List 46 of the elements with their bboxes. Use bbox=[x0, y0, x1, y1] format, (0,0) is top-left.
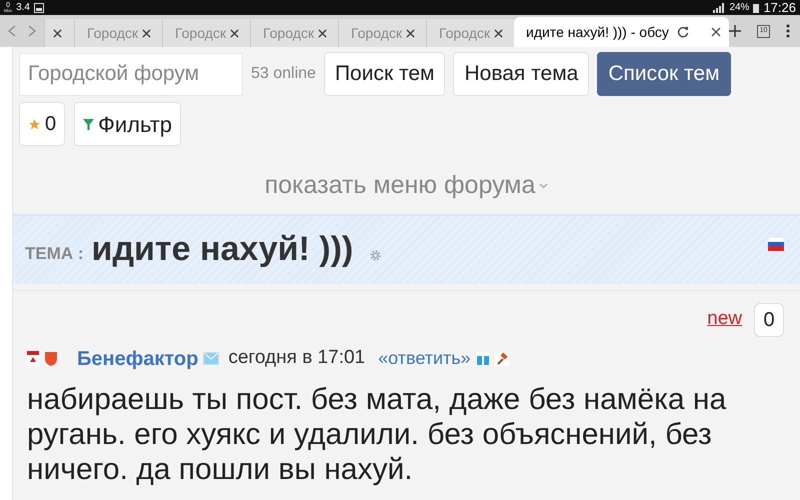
close-icon[interactable] bbox=[406, 28, 415, 38]
chevron-icon bbox=[539, 182, 548, 189]
version-text: 3.4 bbox=[16, 1, 30, 15]
forum-button[interactable]: Поиск тем bbox=[324, 52, 446, 96]
image-icon bbox=[34, 2, 44, 12]
close-icon[interactable] bbox=[318, 28, 327, 38]
battery-icon bbox=[753, 2, 760, 12]
post-text: набираешь ты пост. без мата, даже без намёка на ругань. его хуякс и удалили. без объяснений, без ничего. да пошли вы нахуй. bbox=[27, 382, 728, 486]
forum-button[interactable]: Список тем bbox=[597, 52, 731, 96]
reply-link[interactable]: «ответить» bbox=[378, 345, 471, 372]
new-link[interactable]: new bbox=[707, 305, 742, 334]
award-icon bbox=[27, 351, 39, 366]
topic-title: идите нахуй! ))) bbox=[92, 229, 354, 270]
browser-tab[interactable]: Городск bbox=[162, 19, 250, 47]
favorites-button[interactable]: 0 bbox=[19, 102, 66, 146]
close-icon[interactable] bbox=[711, 27, 721, 37]
star-icon bbox=[28, 118, 41, 130]
clock-text: 17:26 bbox=[763, 0, 796, 17]
browser-tab[interactable]: Городск bbox=[426, 19, 514, 47]
forum-menu-toggle[interactable]: показать меню форума bbox=[264, 167, 548, 204]
close-icon[interactable] bbox=[142, 28, 151, 38]
counter-badge: 0 bbox=[754, 302, 784, 336]
menu-icon[interactable] bbox=[786, 24, 790, 38]
close-icon[interactable] bbox=[494, 28, 503, 38]
filter-icon bbox=[83, 118, 94, 130]
browser-tab[interactable] bbox=[44, 19, 74, 47]
browser-tab[interactable]: Городск bbox=[74, 19, 162, 47]
reload-icon[interactable] bbox=[676, 26, 689, 38]
battery-text: 24% bbox=[729, 1, 750, 15]
online-count: 53 online bbox=[251, 64, 316, 84]
author-link[interactable]: Бенефактор bbox=[77, 344, 198, 374]
flag-icon bbox=[768, 236, 784, 250]
browser-tab[interactable]: идите нахуй! ))) - обсу bbox=[514, 17, 729, 47]
topic-prefix: ТЕМА : bbox=[25, 242, 84, 265]
filter-button[interactable]: Фильтр bbox=[74, 102, 182, 146]
browser-tab[interactable]: Городск bbox=[338, 19, 426, 47]
new-tab-icon[interactable] bbox=[729, 25, 741, 37]
signal-icon bbox=[713, 2, 726, 12]
close-icon[interactable] bbox=[53, 28, 62, 38]
forum-button[interactable]: Новая тема bbox=[453, 52, 590, 96]
search-field[interactable]: Городской форум bbox=[19, 52, 243, 96]
shield-icon bbox=[44, 351, 58, 366]
post-time: сегодня в 17:01 bbox=[228, 346, 366, 370]
close-icon[interactable] bbox=[230, 28, 239, 38]
hammer-icon[interactable] bbox=[494, 352, 509, 366]
browser-tab[interactable]: Городск bbox=[250, 19, 338, 47]
